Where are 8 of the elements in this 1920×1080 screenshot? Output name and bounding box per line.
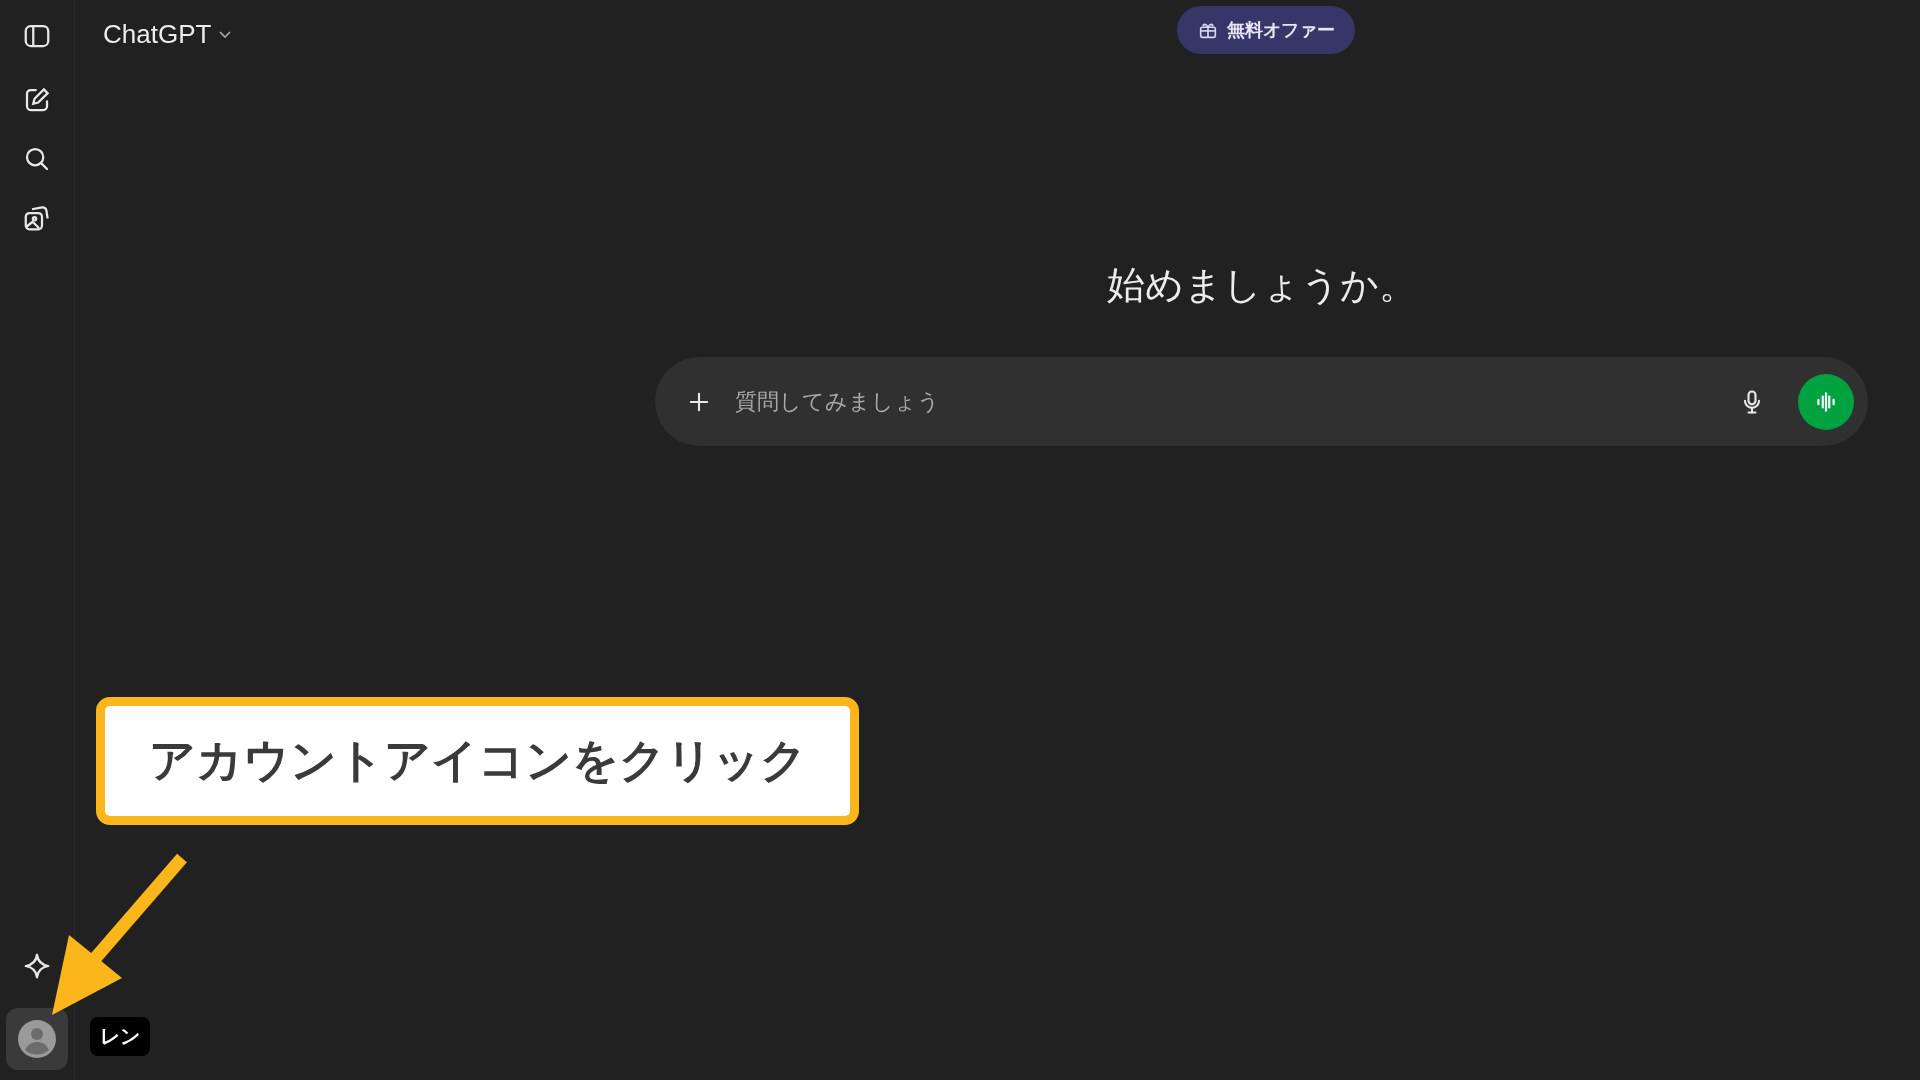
message-input[interactable]: 質問してみましょう — [733, 388, 1718, 415]
account-button[interactable] — [6, 1008, 68, 1070]
model-selector[interactable]: ChatGPT — [103, 18, 234, 50]
account-name-tooltip: レン — [90, 1017, 150, 1056]
greeting-heading: 始めましょうか。 — [1106, 262, 1417, 309]
offer-button[interactable]: 無料オファー — [1177, 6, 1355, 54]
annotation-callout: アカウントアイコンをクリック — [96, 697, 859, 825]
avatar-icon — [17, 1019, 57, 1059]
